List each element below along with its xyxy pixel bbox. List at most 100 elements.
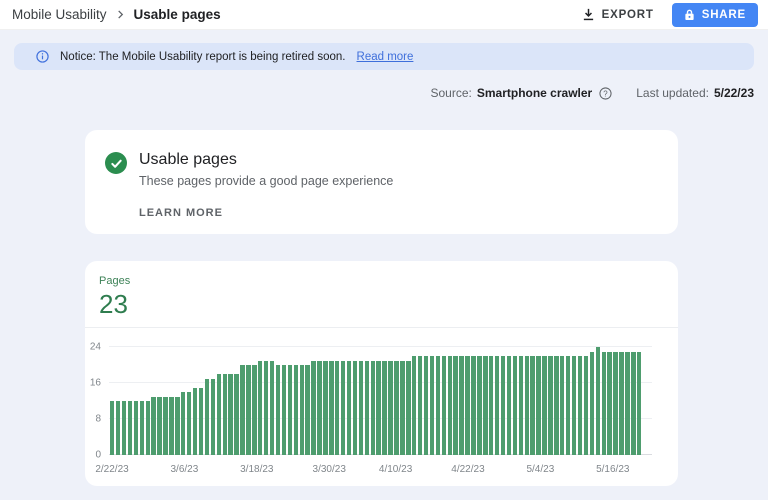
bar[interactable]: [134, 401, 138, 455]
learn-more-button[interactable]: LEARN MORE: [139, 207, 223, 219]
bar[interactable]: [223, 374, 227, 455]
bar[interactable]: [572, 356, 576, 455]
bar[interactable]: [300, 365, 304, 455]
bar[interactable]: [471, 356, 475, 455]
help-icon[interactable]: ?: [599, 87, 612, 100]
bar[interactable]: [246, 365, 250, 455]
bar[interactable]: [400, 361, 404, 456]
bar[interactable]: [146, 401, 150, 455]
bar[interactable]: [530, 356, 534, 455]
bar[interactable]: [584, 356, 588, 455]
bar[interactable]: [442, 356, 446, 455]
bar[interactable]: [140, 401, 144, 455]
bar[interactable]: [412, 356, 416, 455]
bar[interactable]: [489, 356, 493, 455]
read-more-link[interactable]: Read more: [357, 51, 414, 63]
bar[interactable]: [323, 361, 327, 456]
bar[interactable]: [477, 356, 481, 455]
breadcrumb-mobile-usability[interactable]: Mobile Usability: [12, 7, 107, 22]
bar[interactable]: [217, 374, 221, 455]
bar[interactable]: [371, 361, 375, 456]
bar[interactable]: [465, 356, 469, 455]
bar[interactable]: [193, 388, 197, 456]
x-axis-tick-label: 5/16/23: [596, 464, 629, 475]
bar[interactable]: [631, 352, 635, 456]
x-axis-tick-label: 4/22/23: [451, 464, 484, 475]
bar[interactable]: [276, 365, 280, 455]
bar[interactable]: [151, 397, 155, 456]
pages-metric-toggle[interactable]: Pages 23: [85, 261, 678, 327]
bar[interactable]: [513, 356, 517, 455]
bar[interactable]: [536, 356, 540, 455]
bar[interactable]: [495, 356, 499, 455]
bar[interactable]: [406, 361, 410, 456]
bar[interactable]: [205, 379, 209, 456]
bar[interactable]: [175, 397, 179, 456]
bar[interactable]: [288, 365, 292, 455]
bar[interactable]: [228, 374, 232, 455]
bar[interactable]: [382, 361, 386, 456]
bar[interactable]: [590, 352, 594, 456]
bar[interactable]: [240, 365, 244, 455]
bar[interactable]: [394, 361, 398, 456]
bar[interactable]: [613, 352, 617, 456]
bar[interactable]: [335, 361, 339, 456]
bar[interactable]: [448, 356, 452, 455]
bar[interactable]: [110, 401, 114, 455]
bar[interactable]: [388, 361, 392, 456]
bar[interactable]: [625, 352, 629, 456]
bar[interactable]: [507, 356, 511, 455]
bar[interactable]: [353, 361, 357, 456]
bar[interactable]: [578, 356, 582, 455]
bar[interactable]: [252, 365, 256, 455]
bar[interactable]: [436, 356, 440, 455]
bar[interactable]: [181, 392, 185, 455]
bar[interactable]: [211, 379, 215, 456]
bar[interactable]: [560, 356, 564, 455]
pages-bar-chart[interactable]: 0816242/22/233/6/233/18/233/30/234/10/23…: [109, 347, 652, 455]
bar[interactable]: [359, 361, 363, 456]
bar[interactable]: [459, 356, 463, 455]
bar[interactable]: [234, 374, 238, 455]
bar[interactable]: [282, 365, 286, 455]
bar[interactable]: [157, 397, 161, 456]
bar[interactable]: [163, 397, 167, 456]
bar[interactable]: [376, 361, 380, 456]
bar[interactable]: [542, 356, 546, 455]
bar[interactable]: [187, 392, 191, 455]
bar[interactable]: [483, 356, 487, 455]
bar[interactable]: [347, 361, 351, 456]
bar[interactable]: [365, 361, 369, 456]
bar[interactable]: [169, 397, 173, 456]
bar[interactable]: [317, 361, 321, 456]
bar[interactable]: [341, 361, 345, 456]
bar[interactable]: [519, 356, 523, 455]
bar[interactable]: [619, 352, 623, 456]
bar[interactable]: [258, 361, 262, 456]
bar[interactable]: [596, 347, 600, 455]
bar[interactable]: [554, 356, 558, 455]
bar[interactable]: [566, 356, 570, 455]
bar[interactable]: [270, 361, 274, 456]
bar[interactable]: [311, 361, 315, 456]
bar[interactable]: [424, 356, 428, 455]
share-button[interactable]: SHARE: [672, 3, 758, 27]
bar[interactable]: [637, 352, 641, 456]
export-button[interactable]: EXPORT: [572, 3, 664, 26]
bar[interactable]: [116, 401, 120, 455]
bar[interactable]: [453, 356, 457, 455]
bar[interactable]: [418, 356, 422, 455]
bar[interactable]: [602, 352, 606, 456]
bar[interactable]: [607, 352, 611, 456]
bar[interactable]: [430, 356, 434, 455]
bar[interactable]: [199, 388, 203, 456]
bar[interactable]: [294, 365, 298, 455]
bar[interactable]: [501, 356, 505, 455]
bar[interactable]: [525, 356, 529, 455]
bar[interactable]: [128, 401, 132, 455]
bar[interactable]: [305, 365, 309, 455]
bar[interactable]: [122, 401, 126, 455]
bar[interactable]: [264, 361, 268, 456]
bar[interactable]: [548, 356, 552, 455]
bar[interactable]: [329, 361, 333, 456]
